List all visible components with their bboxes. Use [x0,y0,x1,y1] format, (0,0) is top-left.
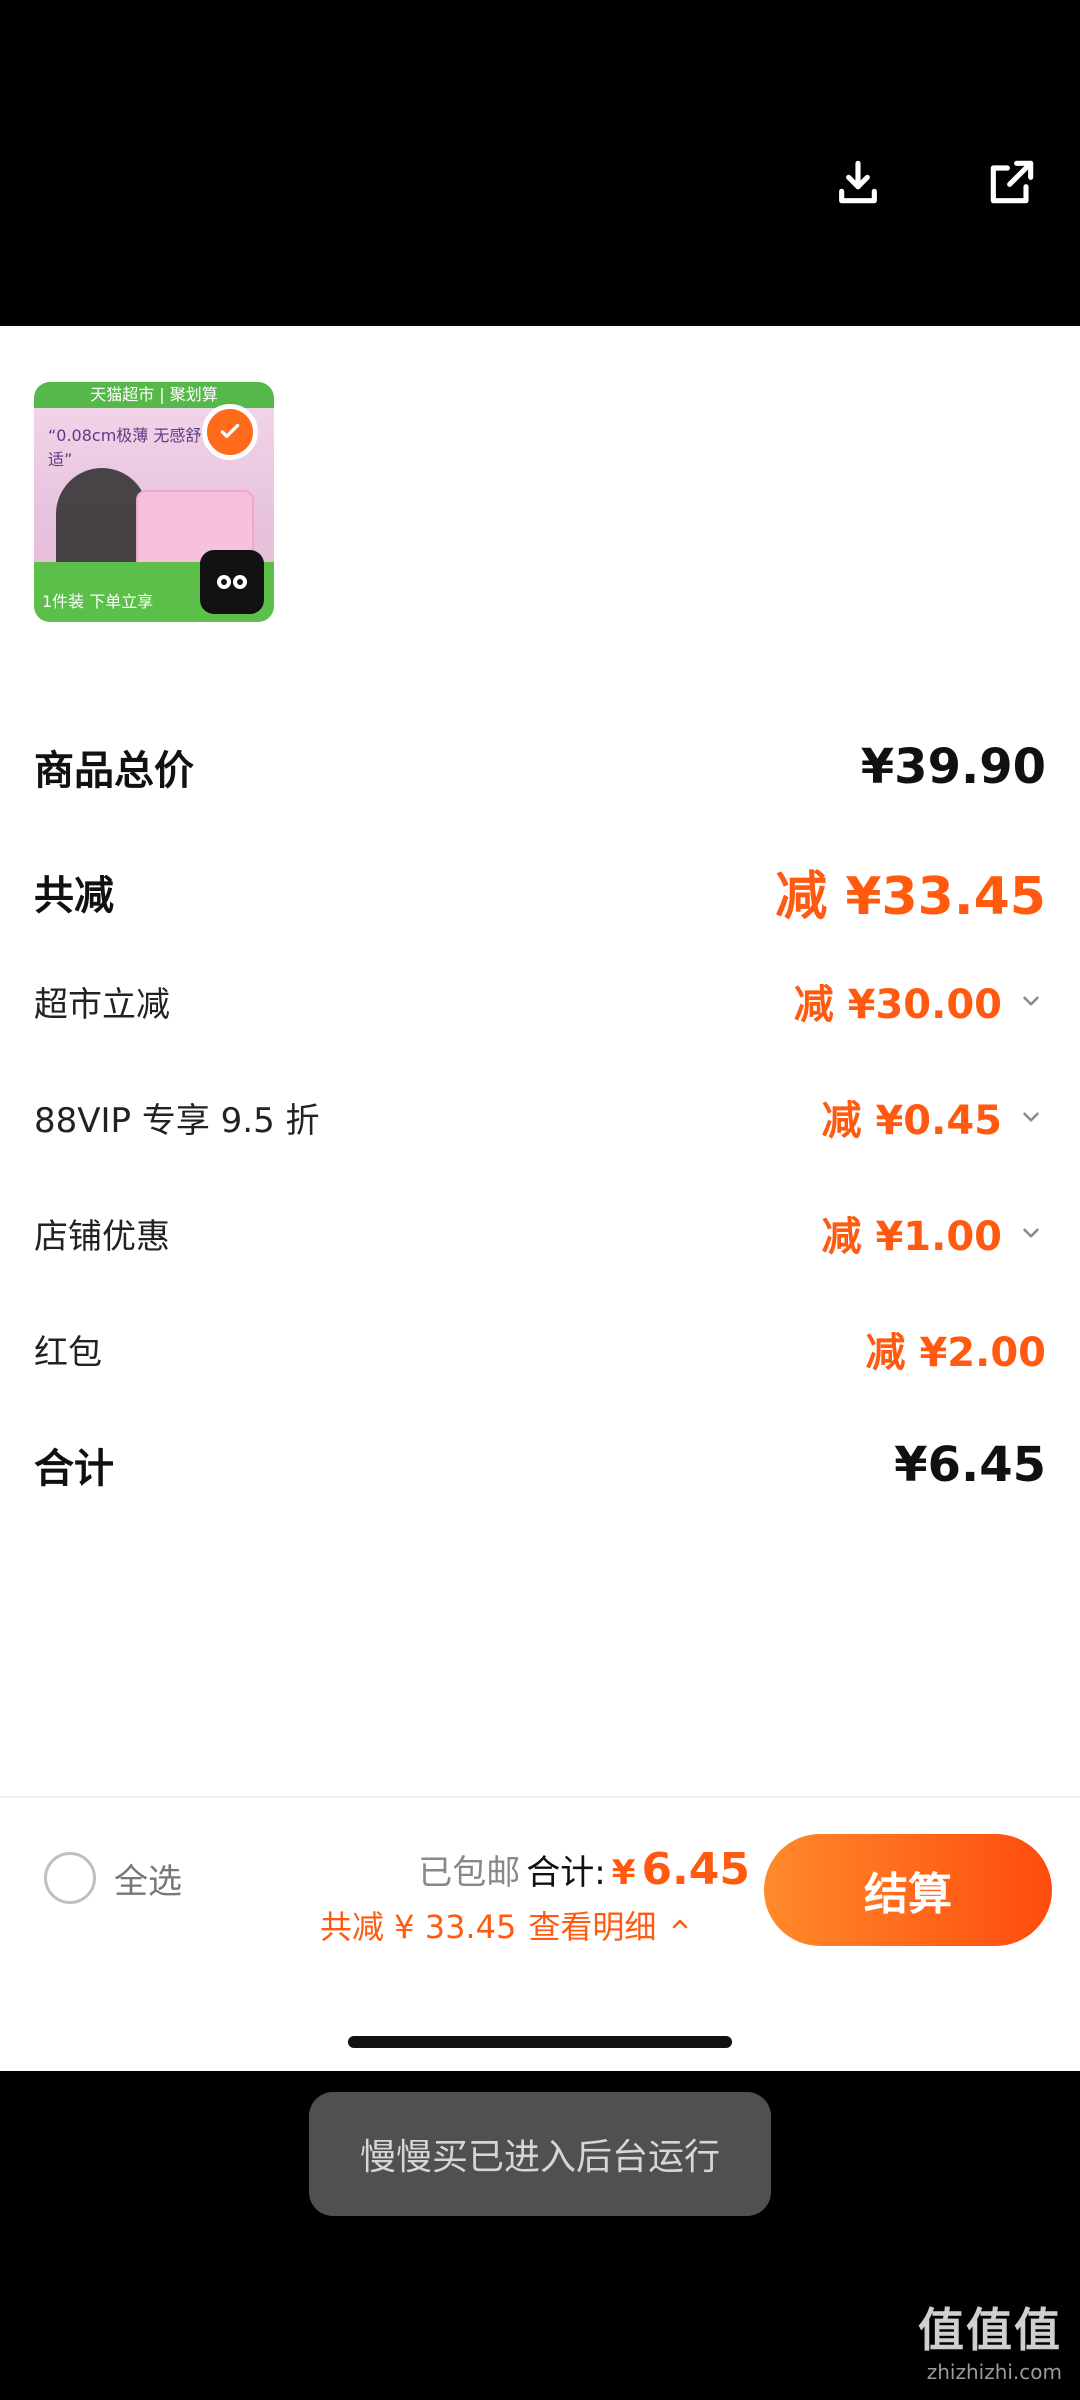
summary-row-goods-total: 商品总价 ¥39.90 [34,738,1046,796]
summary-label: 商品总价 [34,748,194,794]
summary-row-red-packet: 红包 减 ¥2.00 [34,1320,1046,1378]
summary-value: 减 ¥2.00 [865,1330,1046,1376]
shipping-label: 已包邮 [418,1853,521,1893]
view-details-link[interactable]: 查看明细 [528,1902,656,1948]
thumb-badge: 天猫超市 | 聚划算 [34,382,274,408]
summary-value: 减 ¥0.45 [821,1098,1002,1144]
summary-row-total-discount: 共减 减 ¥33.45 [34,854,1046,929]
total-currency: ¥ [611,1853,636,1893]
cat-logo-icon [200,550,264,614]
select-all-label: 全选 [114,1861,182,1902]
order-summary-sheet: 天猫超市 | 聚划算 “0.08cm极薄 无感舒适” 1件装 下单立享 商品总价… [0,326,1080,2071]
top-bar [0,0,1080,326]
summary-value: ¥39.90 [860,739,1046,795]
summary-row-grand-total: 合计 ¥6.45 [34,1436,1046,1494]
summary-label: 店铺优惠 [34,1216,170,1257]
chevron-down-icon[interactable] [1016,1218,1046,1248]
footer-total-line: 已包邮 合计: ¥ 6.45 [418,1844,750,1895]
footer-discount-line[interactable]: 共减 ¥ 33.45 查看明细 [320,1902,692,1948]
total-label: 合计: [526,1853,606,1893]
summary-value: 减 ¥1.00 [821,1214,1002,1260]
thumb-slogan: “0.08cm极薄 无感舒适” [48,426,202,469]
download-icon[interactable] [826,150,890,214]
summary-value: 减 ¥30.00 [793,982,1002,1028]
share-icon[interactable] [980,150,1044,214]
chevron-down-icon[interactable] [1016,986,1046,1016]
discount-summary: 共减 ¥ 33.45 [320,1908,517,1946]
total-value: 6.45 [641,1844,750,1895]
toast-message: 慢慢买已进入后台运行 [309,2092,771,2216]
summary-label: 红包 [34,1332,102,1373]
summary-label: 共减 [34,872,114,919]
summary-value: ¥6.45 [894,1437,1046,1493]
thumb-bottom-text: 1件装 下单立享 [42,592,154,611]
summary-label: 88VIP 专享 9.5 折 [34,1100,320,1141]
summary-label: 超市立减 [34,984,170,1025]
select-all[interactable]: 全选 [44,1852,182,1904]
summary-label: 合计 [34,1446,114,1492]
selected-check-icon[interactable] [202,404,258,460]
watermark-url: zhizhizhi.com [926,2360,1062,2384]
summary-row-88vip-discount[interactable]: 88VIP 专享 9.5 折 减 ¥0.45 [34,1088,1046,1146]
chevron-down-icon[interactable] [1016,1102,1046,1132]
select-all-radio[interactable] [44,1852,96,1904]
checkout-button[interactable]: 结算 [764,1834,1052,1946]
summary-row-store-discount[interactable]: 店铺优惠 减 ¥1.00 [34,1204,1046,1262]
summary-value: 减 ¥33.45 [775,867,1046,927]
watermark-text: 值值值 [918,2303,1062,2357]
product-thumbnail[interactable]: 天猫超市 | 聚划算 “0.08cm极薄 无感舒适” 1件装 下单立享 [34,382,274,622]
summary-row-supermarket-discount[interactable]: 超市立减 减 ¥30.00 [34,972,1046,1030]
home-indicator[interactable] [348,2036,732,2048]
watermark: 值值值 zhizhizhi.com [918,2294,1062,2384]
chevron-up-icon[interactable] [668,1906,692,1944]
